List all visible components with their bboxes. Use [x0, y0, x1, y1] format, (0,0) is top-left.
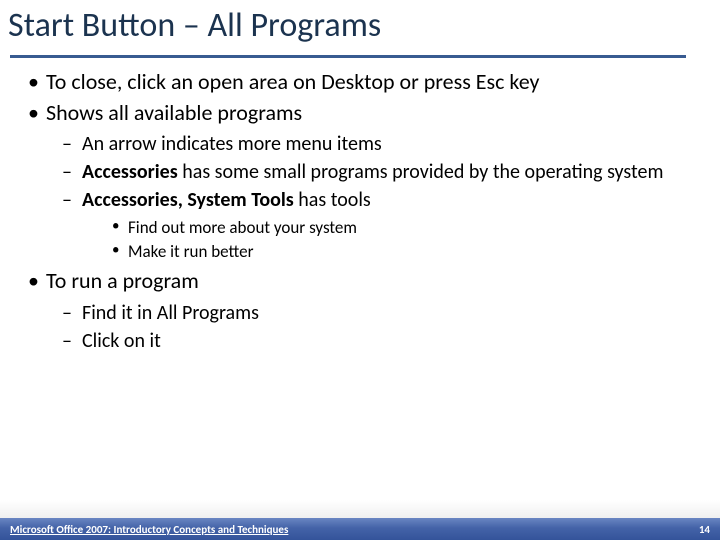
sub-item: An arrow indicates more menu items [60, 131, 696, 157]
bullet-item: To run a program Find it in All Programs… [24, 267, 696, 354]
sub-item: Find it in All Programs [60, 300, 696, 326]
bullet-item: Shows all available programs An arrow in… [24, 99, 696, 264]
sub-text: Click on it [82, 329, 161, 353]
sub-text: has tools [294, 188, 371, 212]
subsub-text: Make it run better [128, 241, 254, 262]
sub-text: has some small programs provided by the … [178, 160, 664, 184]
bullet-text: Shows all available programs [46, 99, 302, 126]
slide: Start Button – All Programs To close, cl… [0, 0, 720, 540]
footer-bar: Microsoft Office 2007: Introductory Conc… [0, 518, 720, 540]
sub-text: Find it in All Programs [82, 301, 259, 325]
subsub-text: Find out more about your system [128, 217, 357, 238]
sub-item: Accessories, System Tools has tools Find… [60, 187, 696, 263]
sub-text: An arrow indicates more menu items [82, 132, 382, 156]
title-rule [10, 55, 686, 58]
slide-title: Start Button – All Programs [0, 0, 720, 45]
subsub-list: Find out more about your system Make it … [82, 217, 696, 263]
subsub-item: Find out more about your system [110, 217, 696, 239]
sub-text-bold: Accessories, System Tools [82, 188, 294, 212]
footer-text: Microsoft Office 2007: Introductory Conc… [10, 523, 288, 536]
sub-text-bold: Accessories [82, 160, 178, 184]
bullet-list: To close, click an open area on Desktop … [24, 68, 696, 354]
sub-item: Click on it [60, 328, 696, 354]
footer-shadow [0, 500, 720, 518]
bullet-text: To run a program [46, 267, 199, 294]
slide-body: To close, click an open area on Desktop … [0, 64, 720, 354]
bullet-item: To close, click an open area on Desktop … [24, 68, 696, 97]
sub-list: Find it in All Programs Click on it [46, 300, 696, 354]
subsub-item: Make it run better [110, 241, 696, 263]
sub-list: An arrow indicates more menu items Acces… [46, 131, 696, 263]
sub-item: Accessories has some small programs prov… [60, 159, 696, 185]
slide-number: 14 [699, 523, 710, 536]
bullet-text: To close, click an open area on Desktop … [46, 68, 539, 95]
